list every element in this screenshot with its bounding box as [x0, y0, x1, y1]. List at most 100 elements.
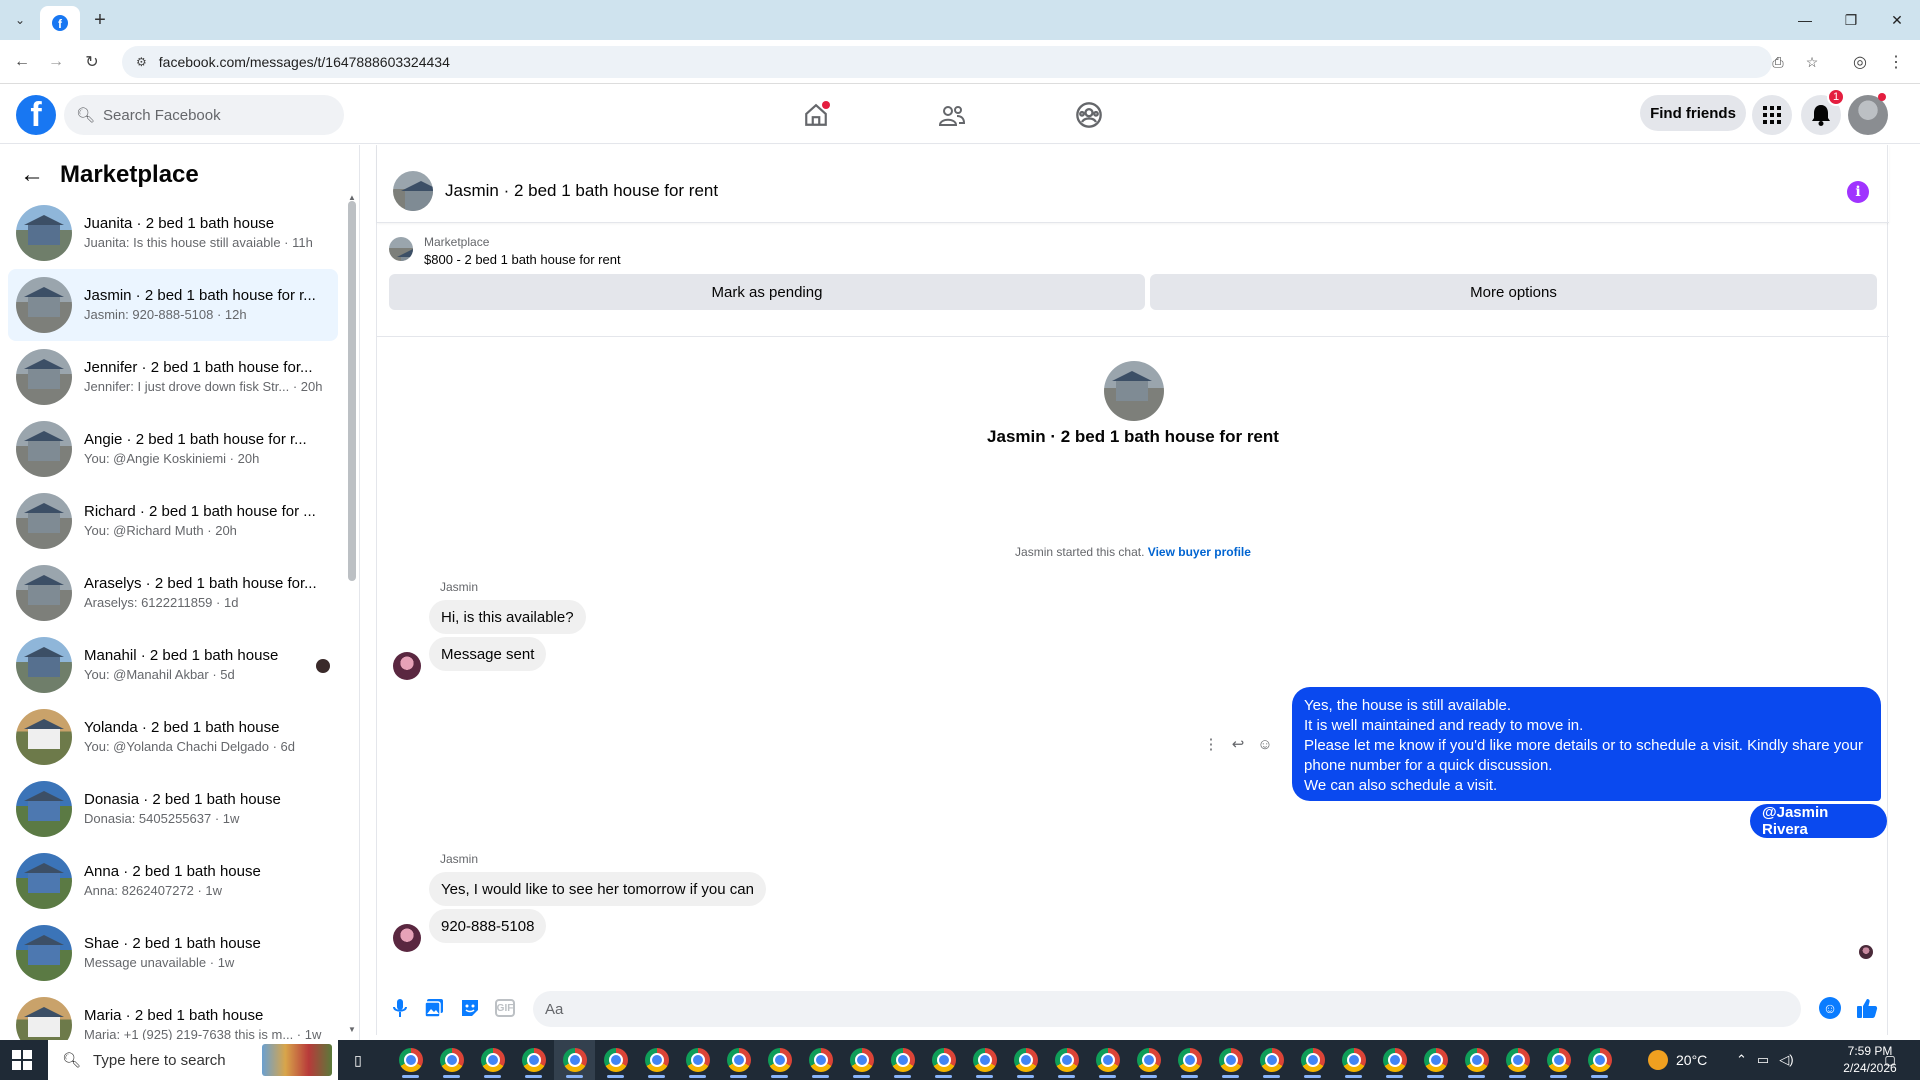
- restore-icon[interactable]: ❐: [1836, 8, 1866, 32]
- back-icon[interactable]: ←: [10, 50, 34, 74]
- emoji-icon[interactable]: ☺: [1819, 997, 1841, 1019]
- conversation-item[interactable]: Angie · 2 bed 1 bath house for r... You: …: [8, 413, 338, 485]
- reload-icon[interactable]: ↻: [80, 50, 104, 74]
- sticker-icon[interactable]: [459, 997, 481, 1019]
- taskbar-chrome-icon[interactable]: [1292, 1040, 1333, 1080]
- react-emoji-icon[interactable]: ☺: [1255, 734, 1275, 754]
- friends-nav-icon[interactable]: [932, 95, 972, 135]
- conversation-item[interactable]: Donasia · 2 bed 1 bath house Donasia: 540…: [8, 773, 338, 845]
- incoming-message[interactable]: 920-888-5108: [429, 909, 547, 943]
- jasmin-avatar[interactable]: [393, 924, 421, 952]
- facebook-logo-icon[interactable]: f: [16, 95, 56, 135]
- install-app-icon[interactable]: ⎙: [1768, 52, 1788, 72]
- conversation-item[interactable]: Maria · 2 bed 1 bath house Maria: +1 (925…: [8, 989, 338, 1040]
- outgoing-mention-message[interactable]: @Jasmin Rivera: [1750, 804, 1887, 838]
- taskbar-chrome-icon[interactable]: [1333, 1040, 1374, 1080]
- message-more-icon[interactable]: ⋮: [1201, 734, 1221, 754]
- taskbar-chrome-icon[interactable]: [1497, 1040, 1538, 1080]
- conversation-item[interactable]: Shae · 2 bed 1 bath house Message unavail…: [8, 917, 338, 989]
- taskbar-chrome-icon[interactable]: [964, 1040, 1005, 1080]
- close-icon[interactable]: ✕: [1882, 8, 1912, 32]
- network-icon[interactable]: ▭: [1757, 1052, 1769, 1068]
- menu-grid-icon[interactable]: [1752, 95, 1792, 135]
- new-tab-icon[interactable]: +: [88, 8, 112, 32]
- listing-thumbnail[interactable]: [389, 237, 413, 261]
- taskbar-chrome-icon[interactable]: [1169, 1040, 1210, 1080]
- weather-widget[interactable]: 20°C: [1648, 1040, 1707, 1080]
- taskbar-chrome-icon[interactable]: [1251, 1040, 1292, 1080]
- taskbar-chrome-icon[interactable]: [513, 1040, 554, 1080]
- incoming-message[interactable]: Hi, is this available?: [429, 600, 586, 634]
- taskbar-chrome-icon[interactable]: [841, 1040, 882, 1080]
- conversation-item[interactable]: Jennifer · 2 bed 1 bath house for... Jenn…: [8, 341, 338, 413]
- conversation-item[interactable]: Araselys · 2 bed 1 bath house for... Aras…: [8, 557, 338, 629]
- incoming-message[interactable]: Message sent: [429, 637, 547, 671]
- taskbar-chrome-icon[interactable]: [1579, 1040, 1620, 1080]
- tab-search-icon[interactable]: ⌄: [8, 8, 32, 32]
- conversation-item[interactable]: Jasmin · 2 bed 1 bath house for r... Jasm…: [8, 269, 338, 341]
- conversation-item[interactable]: Richard · 2 bed 1 bath house for ... You:…: [8, 485, 338, 557]
- listing-title[interactable]: $800 - 2 bed 1 bath house for rent: [424, 252, 621, 267]
- taskbar-chrome-icon[interactable]: [1415, 1040, 1456, 1080]
- taskbar-chrome-icon[interactable]: [1087, 1040, 1128, 1080]
- taskbar-chrome-icon[interactable]: [1128, 1040, 1169, 1080]
- scroll-down-icon[interactable]: ▼: [347, 1025, 357, 1034]
- browser-tab-facebook[interactable]: f: [40, 6, 80, 40]
- taskbar-chrome-icon[interactable]: [923, 1040, 964, 1080]
- taskbar-chrome-icon[interactable]: [1538, 1040, 1579, 1080]
- mark-as-pending-button[interactable]: Mark as pending: [389, 274, 1145, 310]
- back-arrow-icon[interactable]: ←: [20, 161, 44, 189]
- taskbar-chrome-icon[interactable]: [677, 1040, 718, 1080]
- taskbar-chrome-icon[interactable]: [1046, 1040, 1087, 1080]
- taskbar-chrome-icon[interactable]: [718, 1040, 759, 1080]
- volume-icon[interactable]: ◁): [1779, 1052, 1793, 1068]
- chat-listing-avatar[interactable]: [393, 171, 433, 211]
- browser-menu-icon[interactable]: ⋮: [1884, 50, 1908, 74]
- view-buyer-profile-link[interactable]: View buyer profile: [1148, 545, 1251, 559]
- forward-icon[interactable]: →: [44, 50, 68, 74]
- taskbar-chrome-icon[interactable]: [759, 1040, 800, 1080]
- task-view-icon[interactable]: ▯: [348, 1050, 368, 1070]
- taskbar-chrome-icon[interactable]: [390, 1040, 431, 1080]
- message-input[interactable]: [533, 991, 1801, 1027]
- conversation-info-icon[interactable]: i: [1847, 181, 1869, 203]
- bookmark-star-icon[interactable]: ☆: [1802, 52, 1822, 72]
- tray-chevron-icon[interactable]: ⌃: [1736, 1052, 1747, 1068]
- sidebar-scrollbar[interactable]: [348, 201, 356, 581]
- taskbar-chrome-icon[interactable]: [1005, 1040, 1046, 1080]
- windows-start-icon[interactable]: [12, 1050, 32, 1070]
- photo-icon[interactable]: [423, 997, 445, 1019]
- outgoing-message[interactable]: Yes, the house is still available. It is …: [1292, 687, 1881, 801]
- site-info-icon[interactable]: ⚙: [136, 55, 147, 69]
- microphone-icon[interactable]: [389, 997, 411, 1019]
- minimize-icon[interactable]: —: [1790, 8, 1820, 32]
- taskbar-chrome-icon[interactable]: [472, 1040, 513, 1080]
- conversation-item[interactable]: Anna · 2 bed 1 bath house Anna: 826240727…: [8, 845, 338, 917]
- taskbar-chrome-icon[interactable]: [636, 1040, 677, 1080]
- conversation-item[interactable]: Juanita · 2 bed 1 bath house Juanita: Is …: [8, 197, 338, 269]
- conversation-item[interactable]: Manahil · 2 bed 1 bath house You: @Manahi…: [8, 629, 338, 701]
- taskbar-chrome-icon[interactable]: [554, 1040, 595, 1080]
- taskbar-chrome-icon[interactable]: [1210, 1040, 1251, 1080]
- search-highlight-image[interactable]: [262, 1044, 332, 1076]
- gif-icon[interactable]: GIF: [495, 999, 515, 1017]
- chat-title[interactable]: Jasmin · 2 bed 1 bath house for rent: [445, 181, 718, 201]
- action-center-icon[interactable]: ▢: [1882, 1052, 1898, 1068]
- taskbar-chrome-icon[interactable]: [1456, 1040, 1497, 1080]
- find-friends-button[interactable]: Find friends: [1640, 95, 1746, 131]
- more-options-button[interactable]: More options: [1150, 274, 1877, 310]
- address-bar[interactable]: ⚙ facebook.com/messages/t/16478886033244…: [122, 46, 1772, 78]
- thumbs-up-icon[interactable]: [1854, 995, 1880, 1021]
- taskbar-chrome-icon[interactable]: [800, 1040, 841, 1080]
- home-nav-icon[interactable]: [796, 95, 836, 135]
- taskbar-chrome-icon[interactable]: [431, 1040, 472, 1080]
- taskbar-chrome-icon[interactable]: [595, 1040, 636, 1080]
- incoming-message[interactable]: Yes, I would like to see her tomorrow if…: [429, 872, 766, 906]
- jasmin-avatar[interactable]: [393, 652, 421, 680]
- account-avatar[interactable]: [1848, 93, 1888, 135]
- taskbar-chrome-icon[interactable]: [1374, 1040, 1415, 1080]
- groups-nav-icon[interactable]: [1069, 95, 1109, 135]
- conversation-item[interactable]: Yolanda · 2 bed 1 bath house You: @Yoland…: [8, 701, 338, 773]
- profile-icon[interactable]: ◎: [1848, 50, 1872, 74]
- reply-icon[interactable]: ↩: [1228, 734, 1248, 754]
